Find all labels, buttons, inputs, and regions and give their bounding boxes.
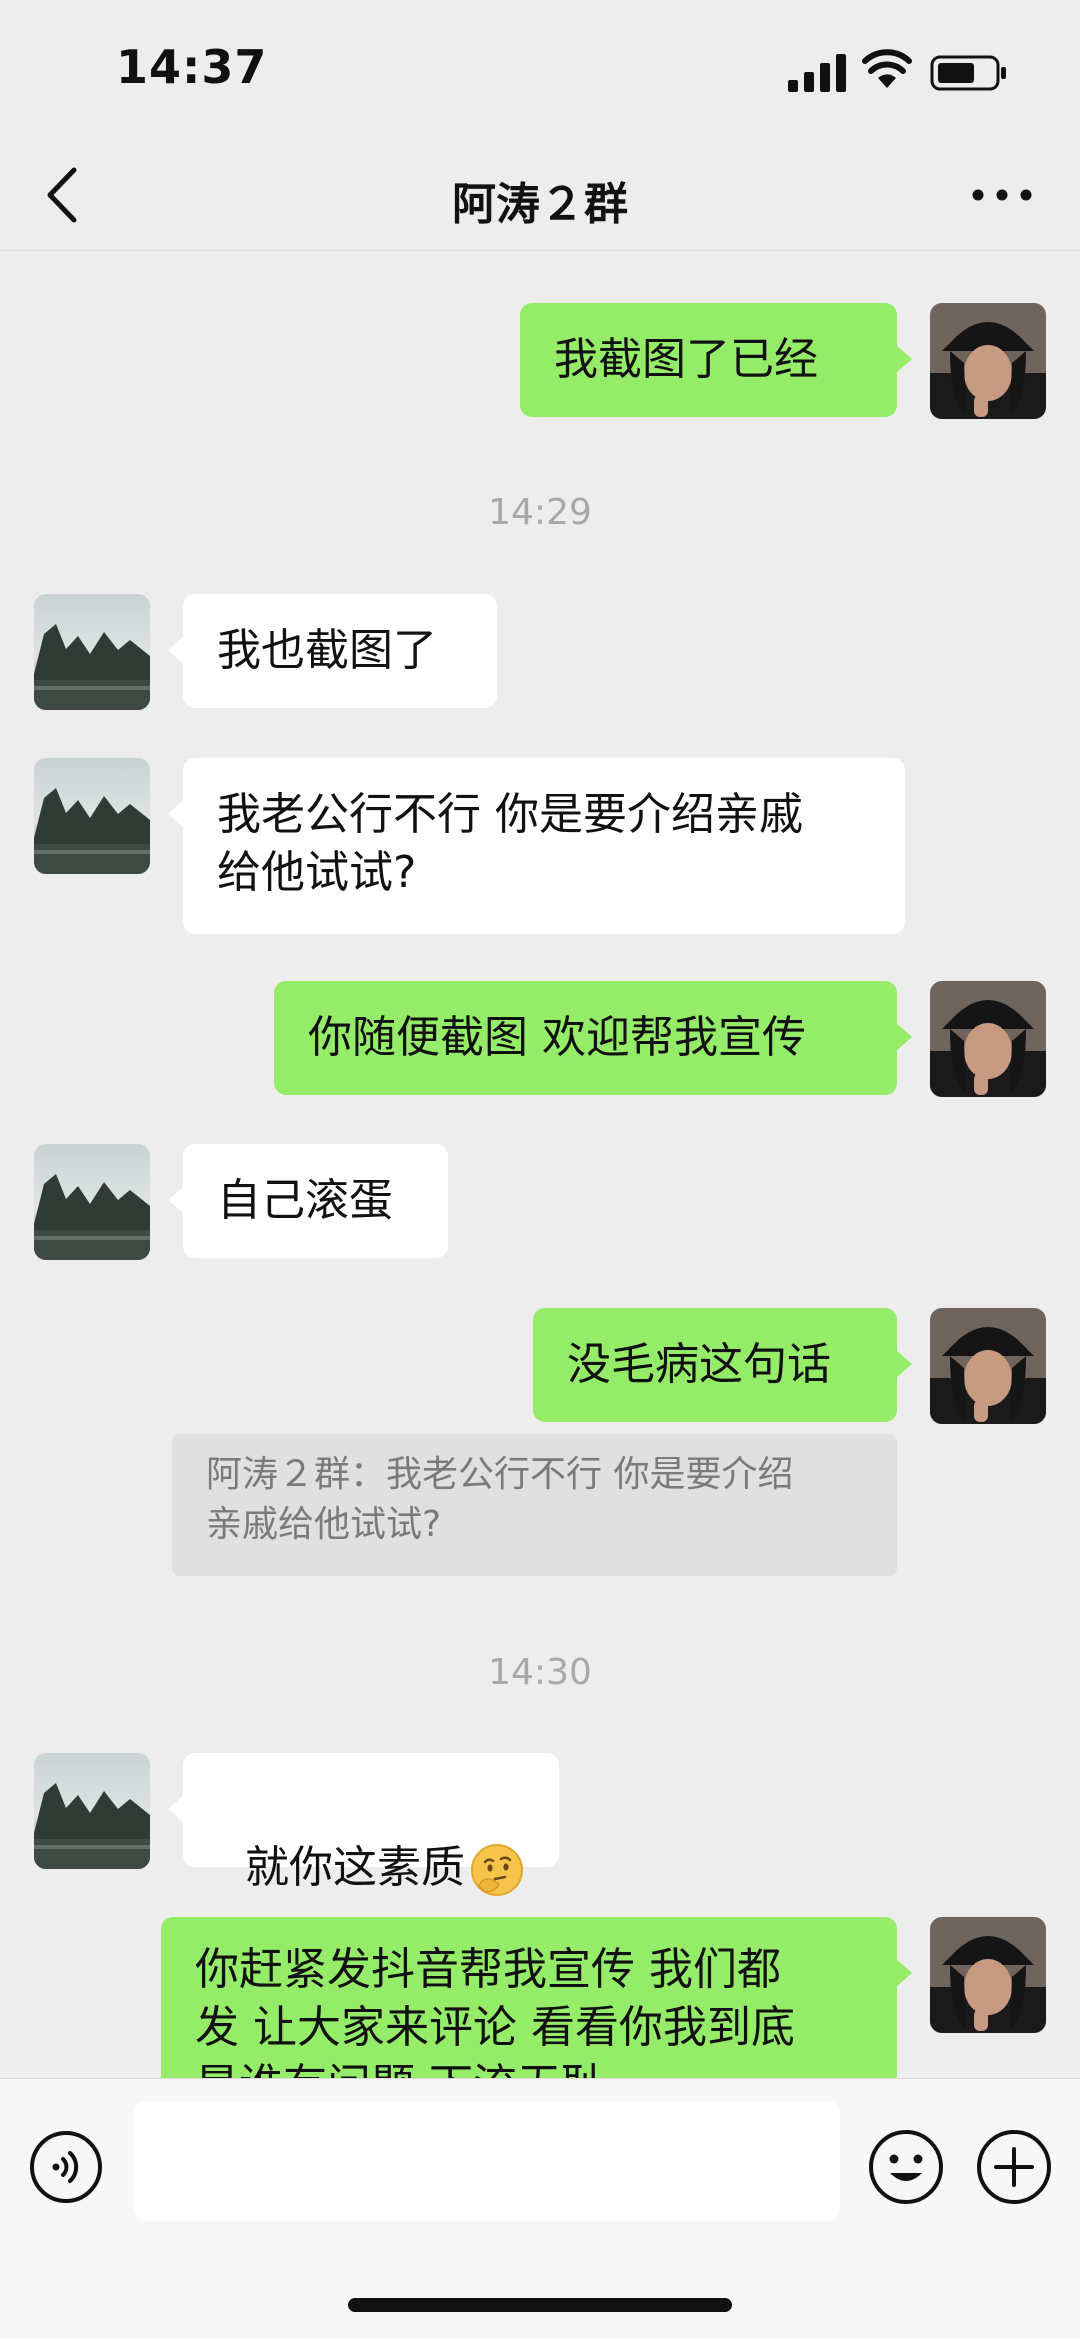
home-indicator[interactable]	[348, 2298, 732, 2312]
message-bubble-received[interactable]: 我老公行不行 你是要介绍亲戚 给他试试?	[168, 758, 905, 934]
chat-title: 阿涛２群	[452, 179, 628, 230]
my-avatar-image	[930, 1917, 1046, 2033]
my-avatar-image	[930, 303, 1046, 419]
quoted-message[interactable]: 阿涛２群：我老公行不行 你是要介绍 亲戚给他试试?	[172, 1434, 897, 1576]
contact-avatar[interactable]	[34, 1753, 150, 1869]
message-bubble-received[interactable]: 自己滚蛋	[168, 1144, 448, 1258]
contact-avatar[interactable]	[34, 1144, 150, 1260]
status-time: 14:37	[116, 40, 268, 94]
input-bar	[0, 2078, 1080, 2338]
my-avatar-image	[930, 1308, 1046, 1424]
message-bubble-received[interactable]: 我也截图了	[168, 594, 497, 708]
emoji-icon[interactable]	[866, 2127, 946, 2207]
message-bubble-sent[interactable]: 我截图了已经	[520, 303, 912, 417]
message-bubble-sent[interactable]: 没毛病这句话	[533, 1308, 912, 1422]
thinking-face-icon	[470, 1844, 523, 1896]
my-avatar[interactable]	[930, 981, 1046, 1097]
my-avatar[interactable]	[930, 303, 1046, 419]
message-text: 就你这素质	[244, 1842, 465, 1893]
contact-avatar-image	[34, 1753, 150, 1869]
plus-icon[interactable]	[974, 2127, 1054, 2207]
status-bar: 14:37	[0, 0, 1080, 140]
contact-avatar-image	[34, 758, 150, 874]
contact-avatar-image	[34, 594, 150, 710]
my-avatar-image	[930, 981, 1046, 1097]
timestamp: 14:29	[488, 492, 592, 533]
contact-avatar-image	[34, 1144, 150, 1260]
more-icon[interactable]	[970, 178, 1034, 212]
message-bubble-sent[interactable]: 你随便截图 欢迎帮我宣传	[274, 981, 912, 1095]
message-input[interactable]	[134, 2101, 840, 2221]
message-bubble-received[interactable]: 就你这素质	[168, 1753, 559, 1896]
my-avatar[interactable]	[930, 1308, 1046, 1424]
my-avatar[interactable]	[930, 1917, 1046, 2033]
contact-avatar[interactable]	[34, 758, 150, 874]
contact-avatar[interactable]	[34, 594, 150, 710]
wifi-icon	[862, 49, 912, 88]
nav-bar: 阿涛２群	[0, 140, 1080, 251]
battery-icon	[930, 55, 1006, 91]
voice-icon[interactable]	[28, 2129, 104, 2205]
signal-icon	[788, 54, 846, 92]
timestamp: 14:30	[488, 1652, 592, 1693]
